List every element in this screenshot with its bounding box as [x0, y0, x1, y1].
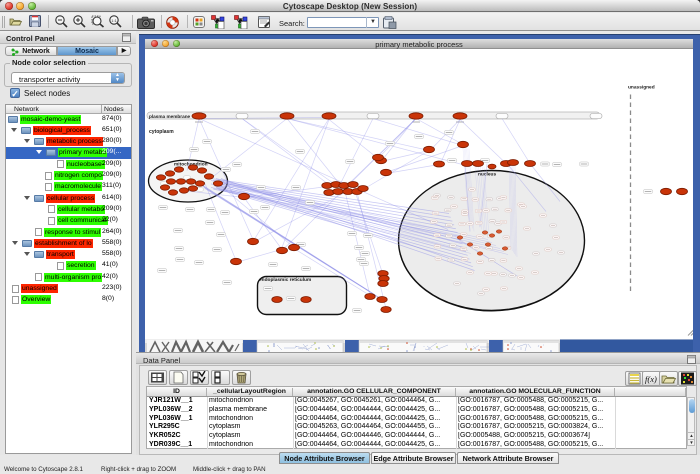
svg-text:1:1: 1:1 [111, 18, 117, 23]
svg-text:endoplasmic reticulum: endoplasmic reticulum [259, 277, 311, 283]
svg-text:unassigned: unassigned [628, 84, 655, 90]
svg-text:cytoplasm: cytoplasm [149, 129, 174, 135]
svg-text:plasma membrane: plasma membrane [149, 113, 191, 118]
svg-text:f(x): f(x) [645, 374, 657, 384]
